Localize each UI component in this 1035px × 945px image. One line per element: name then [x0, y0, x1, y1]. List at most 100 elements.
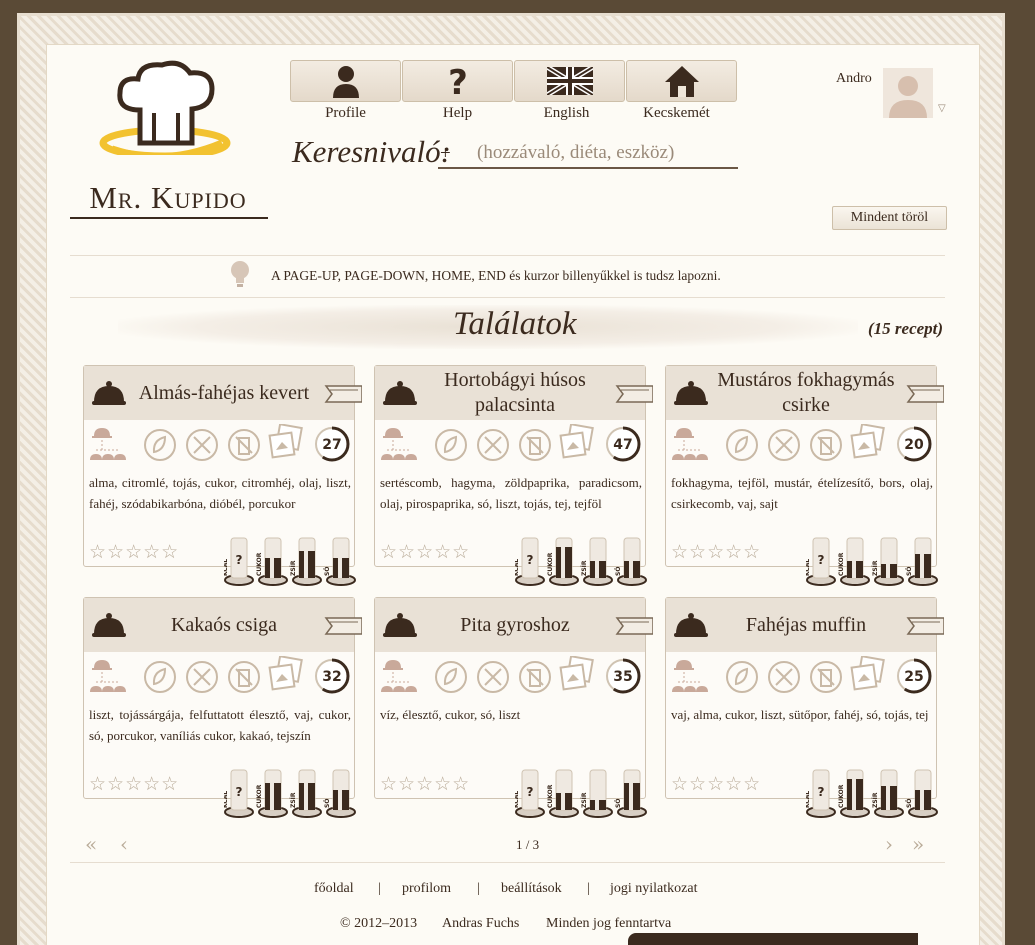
- servings-icon: [381, 660, 417, 692]
- photos-icon[interactable]: [559, 424, 595, 460]
- rating-stars[interactable]: ☆☆☆☆☆: [89, 773, 179, 795]
- svg-text:ZSÍR: ZSÍR: [871, 792, 879, 808]
- photos-icon[interactable]: [850, 656, 886, 692]
- photos-icon[interactable]: [268, 656, 304, 692]
- recipe-card[interactable]: Almás-fahéjas kevert 27 alma, citromlé, …: [83, 365, 362, 586]
- no-lactose-icon: [228, 429, 260, 461]
- vegetarian-leaf-icon: [435, 429, 467, 461]
- no-gluten-icon: [768, 661, 800, 693]
- recipe-title[interactable]: Almás-fahéjas kevert: [124, 366, 324, 420]
- bookmark-ribbon-icon[interactable]: [904, 614, 944, 638]
- chevron-down-icon[interactable]: ▽: [938, 103, 946, 114]
- rating-stars[interactable]: ☆☆☆☆☆: [671, 773, 761, 795]
- clear-all-button[interactable]: Mindent töröl: [832, 206, 947, 230]
- user-name[interactable]: Andro: [836, 71, 872, 87]
- nutrition-gauges: ? KCAL CUKOR ZSÍR SÓ: [515, 537, 647, 586]
- recipe-title[interactable]: Pita gyroshoz: [415, 598, 615, 652]
- bookmark-ribbon-icon[interactable]: [613, 382, 653, 406]
- timer-icon: 35: [605, 658, 641, 694]
- svg-text:35: 35: [613, 669, 632, 685]
- recipe-card[interactable]: Pita gyroshoz 35 víz, élesztő, cukor, só…: [374, 597, 653, 818]
- nav-city-button[interactable]: [626, 60, 737, 102]
- footer-separator: |: [477, 881, 480, 896]
- recipe-title[interactable]: Hortobágyi húsos palacsinta: [415, 366, 615, 420]
- recipe-title[interactable]: Fahéjas muffin: [706, 598, 906, 652]
- rating-stars[interactable]: ☆☆☆☆☆: [380, 773, 470, 795]
- nav-english-label[interactable]: English: [511, 105, 622, 122]
- nav-english-button[interactable]: [514, 60, 625, 102]
- servings-icon: [672, 660, 708, 692]
- svg-text:SÓ: SÓ: [324, 799, 331, 808]
- no-lactose-icon: [810, 661, 842, 693]
- bookmark-ribbon-icon[interactable]: [613, 614, 653, 638]
- svg-text:SÓ: SÓ: [324, 567, 331, 576]
- chef-hat-logo-icon[interactable]: [90, 55, 240, 155]
- recipe-icons: 47: [379, 424, 645, 464]
- footer-link-profile[interactable]: profilom: [402, 881, 451, 897]
- footer-link-home[interactable]: főoldal: [314, 881, 354, 897]
- servings-icon: [90, 428, 126, 460]
- footer-separator: |: [587, 881, 590, 896]
- bookmark-ribbon-icon[interactable]: [904, 382, 944, 406]
- rating-stars[interactable]: ☆☆☆☆☆: [380, 541, 470, 563]
- nutrition-gauges: ? KCAL CUKOR ZSÍR SÓ: [224, 769, 356, 818]
- svg-text:?: ?: [448, 64, 468, 98]
- recipe-card[interactable]: Fahéjas muffin 25 vaj, alma, cukor, lisz…: [665, 597, 944, 818]
- rating-stars[interactable]: ☆☆☆☆☆: [89, 541, 179, 563]
- divider: [70, 862, 945, 863]
- bookmark-ribbon-icon[interactable]: [322, 382, 362, 406]
- results-count: (15 recept): [868, 319, 944, 338]
- svg-text:KCAL: KCAL: [515, 559, 520, 576]
- bookmark-ribbon-icon[interactable]: [322, 614, 362, 638]
- nav-help-button[interactable]: ?: [402, 60, 513, 102]
- avatar[interactable]: [883, 68, 933, 118]
- nav-profile-label[interactable]: Profile: [290, 105, 401, 122]
- last-page-icon[interactable]: »: [912, 832, 924, 856]
- svg-text:SÓ: SÓ: [615, 567, 622, 576]
- search-underline: [438, 167, 738, 169]
- timer-icon: 20: [896, 426, 932, 462]
- search-input[interactable]: [477, 139, 727, 167]
- svg-text:?: ?: [818, 553, 825, 567]
- next-page-icon[interactable]: ›: [885, 832, 893, 856]
- brand-name[interactable]: Mr. Kupido: [68, 180, 268, 216]
- servings-icon: [672, 428, 708, 460]
- nav-city-label[interactable]: Kecskemét: [621, 105, 732, 122]
- prev-page-icon[interactable]: ‹: [120, 832, 128, 856]
- divider: [70, 297, 945, 298]
- first-page-icon[interactable]: «: [85, 832, 97, 856]
- nav-profile-button[interactable]: [290, 60, 401, 102]
- recipe-card[interactable]: Hortobágyi húsos palacsinta 47 sertéscom…: [374, 365, 653, 586]
- recipe-ingredients: sertéscomb, hagyma, zöldpaprika, paradic…: [380, 475, 642, 511]
- vegetarian-leaf-icon: [726, 429, 758, 461]
- recipe-title[interactable]: Kakaós csiga: [124, 598, 324, 652]
- brand-underline: [70, 217, 268, 219]
- question-icon: ?: [448, 64, 468, 98]
- rating-stars[interactable]: ☆☆☆☆☆: [671, 541, 761, 563]
- house-icon: [664, 66, 699, 97]
- recipe-card[interactable]: Kakaós csiga 32 liszt, tojássárgája, fel…: [83, 597, 362, 818]
- footer-link-legal[interactable]: jogi nyilatkozat: [610, 881, 697, 897]
- no-gluten-icon: [186, 661, 218, 693]
- timer-icon: 47: [605, 426, 641, 462]
- footer-link-settings[interactable]: beállítások: [501, 881, 562, 897]
- photos-icon[interactable]: [850, 424, 886, 460]
- recipe-card[interactable]: Mustáros fokhagymás csirke 20 fokhagyma,…: [665, 365, 944, 586]
- svg-text:32: 32: [322, 669, 341, 685]
- svg-text:ZSÍR: ZSÍR: [289, 792, 297, 808]
- svg-text:SÓ: SÓ: [906, 567, 913, 576]
- photos-icon[interactable]: [559, 656, 595, 692]
- svg-text:?: ?: [527, 785, 534, 799]
- photos-icon[interactable]: [268, 424, 304, 460]
- no-gluten-icon: [477, 429, 509, 461]
- author[interactable]: Andras Fuchs: [442, 916, 519, 932]
- svg-text:CUKOR: CUKOR: [256, 552, 263, 576]
- svg-text:SÓ: SÓ: [906, 799, 913, 808]
- vegetarian-leaf-icon: [435, 661, 467, 693]
- svg-text:?: ?: [818, 785, 825, 799]
- svg-text:CUKOR: CUKOR: [547, 784, 554, 808]
- nav-help-label[interactable]: Help: [402, 105, 513, 122]
- svg-text:27: 27: [322, 437, 341, 453]
- recipe-title[interactable]: Mustáros fokhagymás csirke: [706, 366, 906, 420]
- keyboard-tip: A PAGE-UP, PAGE-DOWN, HOME, END és kurzo…: [271, 268, 721, 283]
